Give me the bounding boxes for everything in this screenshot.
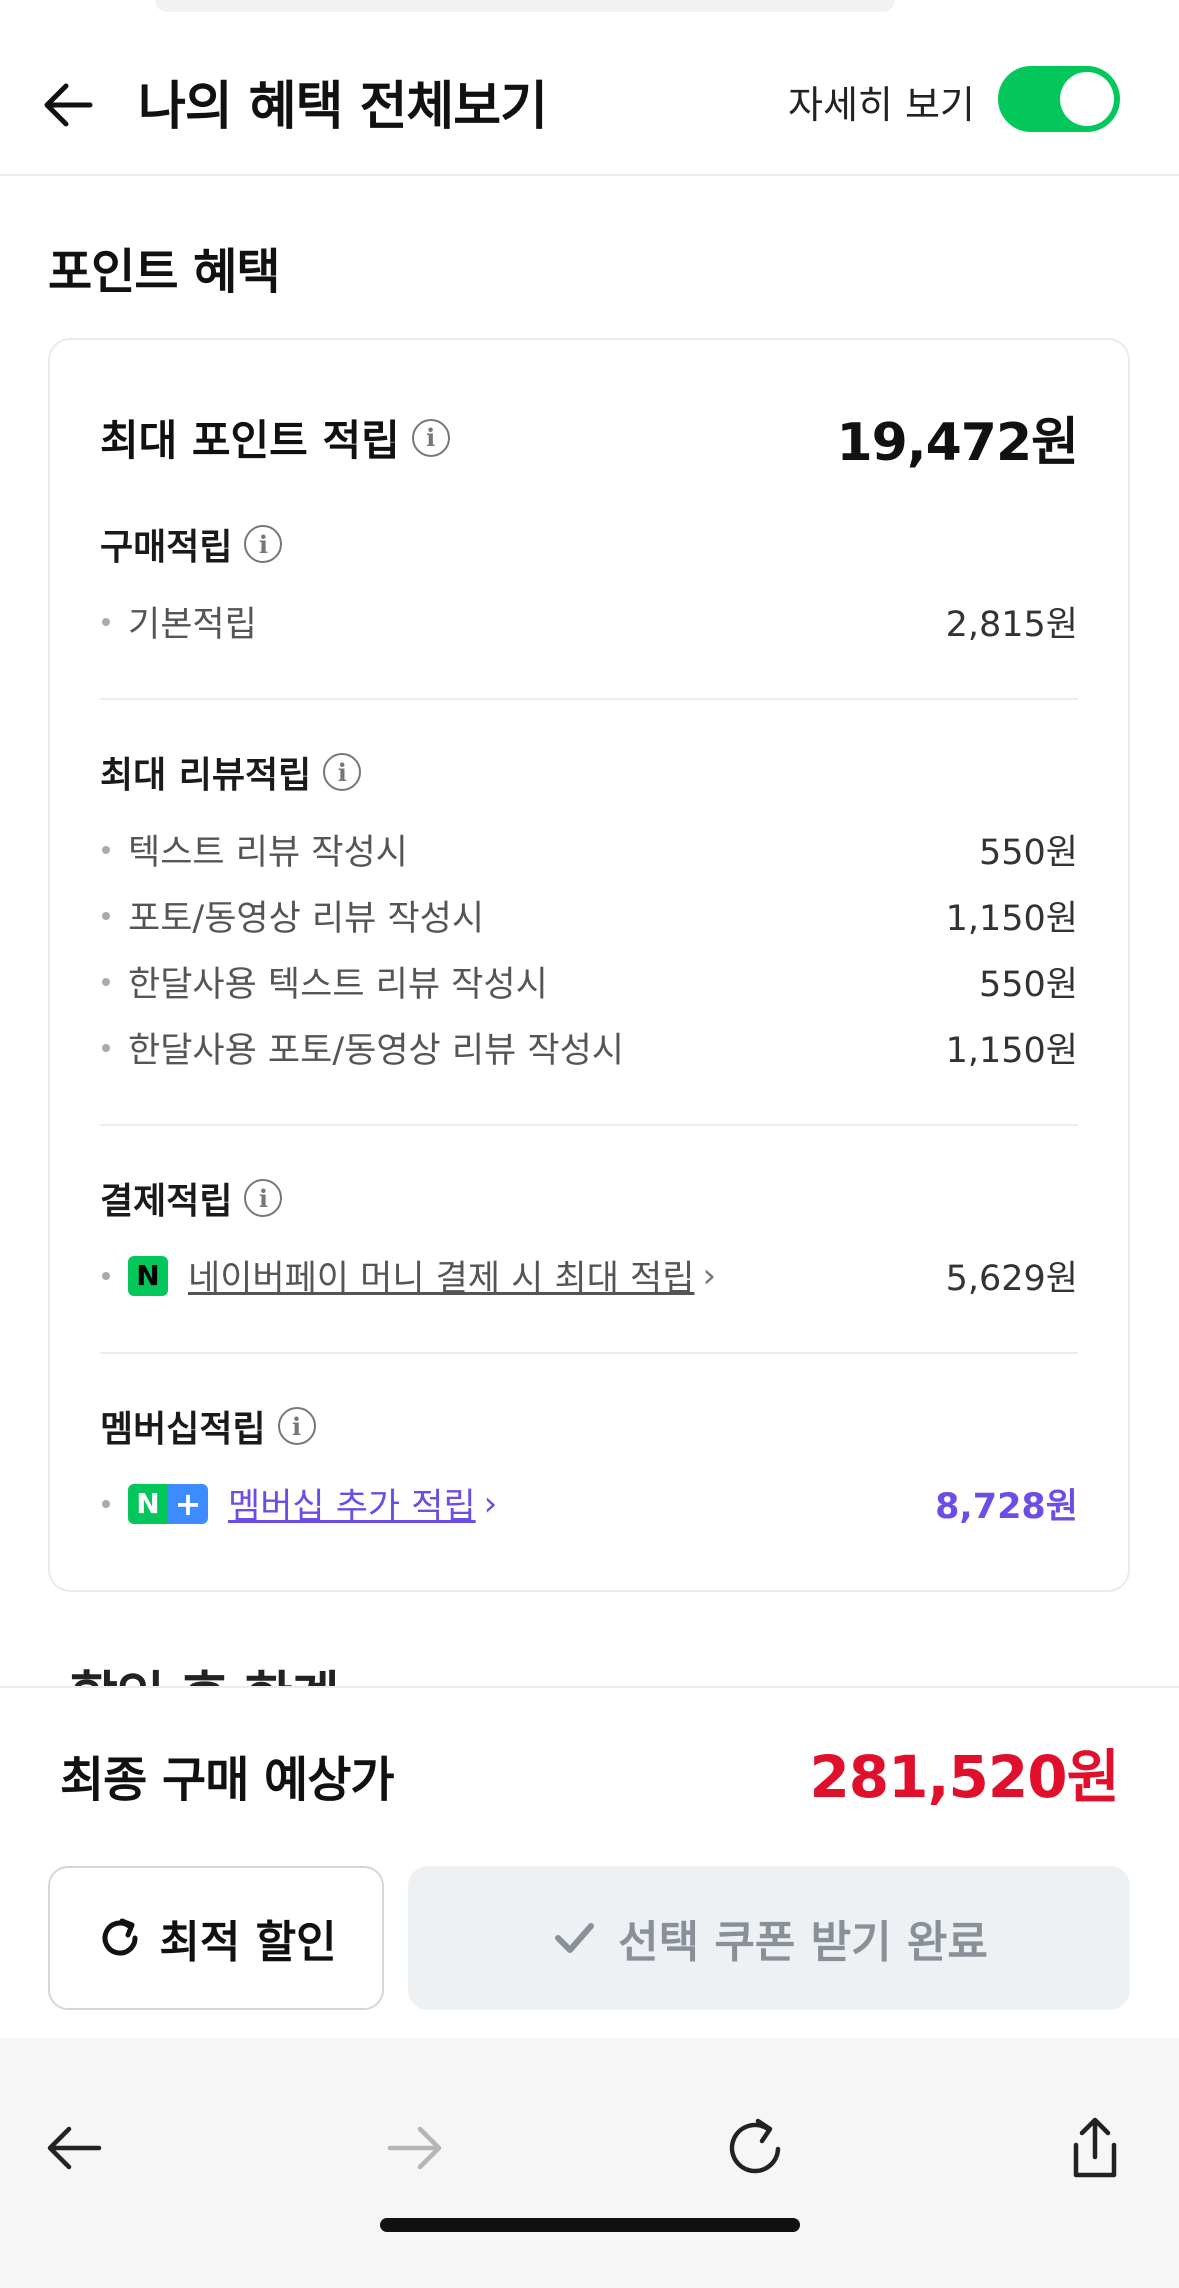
point-benefit-card: 최대 포인트 적립 i 19,472원 구매적립 i 기본적립 2,815원 최대… [48, 338, 1130, 1592]
info-icon[interactable]: i [277, 1407, 316, 1445]
item-value: 2,815원 [945, 605, 1078, 645]
max-point-value: 19,472원 [836, 413, 1079, 473]
item-value: 1,150원 [945, 899, 1078, 939]
naverpay-link[interactable]: 네이버페이 머니 결제 시 최대 적립 [188, 1250, 694, 1301]
back-icon[interactable] [34, 2108, 114, 2188]
item-value: 550원 [978, 965, 1078, 1005]
detail-view-label: 자세히 보기 [788, 83, 975, 127]
final-price-value: 281,520원 [809, 1743, 1120, 1811]
membership-group-header: 멤버십적립 i [100, 1400, 1078, 1452]
item-label: 기본적립 [128, 605, 257, 645]
divider [100, 1124, 1078, 1126]
divider [100, 698, 1078, 700]
review-group-title: 최대 리뷰적립 [100, 755, 312, 796]
share-icon[interactable] [1055, 2108, 1135, 2188]
naverpay-icon: N [128, 1255, 168, 1296]
naver-plus-membership-icon: N + [128, 1483, 208, 1524]
top-strip [0, 0, 1179, 26]
chevron-right-icon: › [702, 1255, 717, 1296]
browser-toolbar [0, 2038, 1179, 2288]
membership-group-title: 멤버십적립 [100, 1409, 266, 1450]
divider [100, 1352, 1078, 1354]
info-icon[interactable]: i [411, 418, 450, 457]
list-item: 한달사용 텍스트 리뷰 작성시 550원 [100, 956, 1078, 1007]
point-section-title: 포인트 혜택 [48, 244, 281, 300]
home-indicator [380, 2218, 800, 2232]
page-header: 나의 혜택 전체보기 자세히 보기 [0, 26, 1179, 176]
list-item: 포토/동영상 리뷰 작성시 1,150원 [100, 890, 1078, 941]
toggle-knob [1060, 72, 1114, 126]
list-item: N + 멤버십 추가 적립 › 8,728원 [100, 1478, 1078, 1529]
next-section-peek: 할인 후 한계 [70, 1660, 530, 1688]
check-icon [555, 1923, 595, 1953]
bullet-dot [102, 1271, 110, 1280]
item-value: 8,728원 [935, 1487, 1078, 1527]
detail-view-toggle[interactable] [998, 66, 1120, 132]
max-point-row: 최대 포인트 적립 i 19,472원 [100, 400, 1079, 475]
payment-group-header: 결제적립 i [100, 1172, 1078, 1224]
item-value: 550원 [978, 833, 1078, 873]
purchase-group-header: 구매적립 i [100, 518, 1078, 570]
list-item: 한달사용 포토/동영상 리뷰 작성시 1,150원 [100, 1022, 1078, 1073]
item-value: 1,150원 [945, 1031, 1078, 1071]
max-point-label: 최대 포인트 적립 [100, 416, 400, 465]
refresh-icon [102, 1918, 138, 1956]
list-item: 기본적립 2,815원 [100, 596, 1078, 647]
chevron-right-icon: › [483, 1483, 498, 1524]
info-icon[interactable]: i [244, 1179, 283, 1217]
membership-link[interactable]: 멤버십 추가 적립 [228, 1478, 476, 1529]
item-label: 한달사용 텍스트 리뷰 작성시 [128, 965, 548, 1005]
page-title: 나의 혜택 전체보기 [138, 77, 548, 137]
coupon-received-button[interactable]: 선택 쿠폰 받기 완료 [408, 1866, 1130, 2010]
bullet-dot [102, 1499, 110, 1508]
bullet-dot [102, 911, 110, 920]
bullet-dot [102, 1043, 110, 1052]
info-icon[interactable]: i [244, 525, 283, 563]
next-section-title: 할인 후 한계 [70, 1660, 339, 1688]
bullet-dot [102, 845, 110, 854]
back-arrow-icon[interactable] [38, 70, 108, 140]
bullet-dot [102, 617, 110, 626]
forward-icon[interactable] [375, 2108, 455, 2188]
final-price-label: 최종 구매 예상가 [60, 1752, 395, 1808]
review-group-header: 최대 리뷰적립 i [100, 746, 1078, 798]
max-point-label-wrap: 최대 포인트 적립 i [100, 407, 450, 468]
item-label: 한달사용 포토/동영상 리뷰 작성시 [128, 1031, 624, 1071]
coupon-received-label: 선택 쿠폰 받기 완료 [618, 1917, 988, 1968]
purchase-group-title: 구매적립 [100, 527, 233, 568]
item-label: 포토/동영상 리뷰 작성시 [128, 899, 485, 939]
info-icon[interactable]: i [323, 753, 362, 791]
bottom-summary-bar: 최종 구매 예상가 281,520원 최적 할인 선택 쿠폰 받기 완료 [0, 1686, 1179, 2038]
payment-group-title: 결제적립 [100, 1181, 233, 1222]
list-item: 텍스트 리뷰 작성시 550원 [100, 824, 1078, 875]
item-value: 5,629원 [945, 1259, 1078, 1299]
optimal-discount-label: 최적 할인 [159, 1917, 337, 1968]
bullet-dot [102, 977, 110, 986]
optimal-discount-button[interactable]: 최적 할인 [48, 1866, 384, 2010]
list-item: N 네이버페이 머니 결제 시 최대 적립 › 5,629원 [100, 1250, 1078, 1301]
item-label: 텍스트 리뷰 작성시 [128, 833, 408, 873]
reload-icon[interactable] [715, 2108, 795, 2188]
address-bar-remnant [155, 0, 895, 12]
